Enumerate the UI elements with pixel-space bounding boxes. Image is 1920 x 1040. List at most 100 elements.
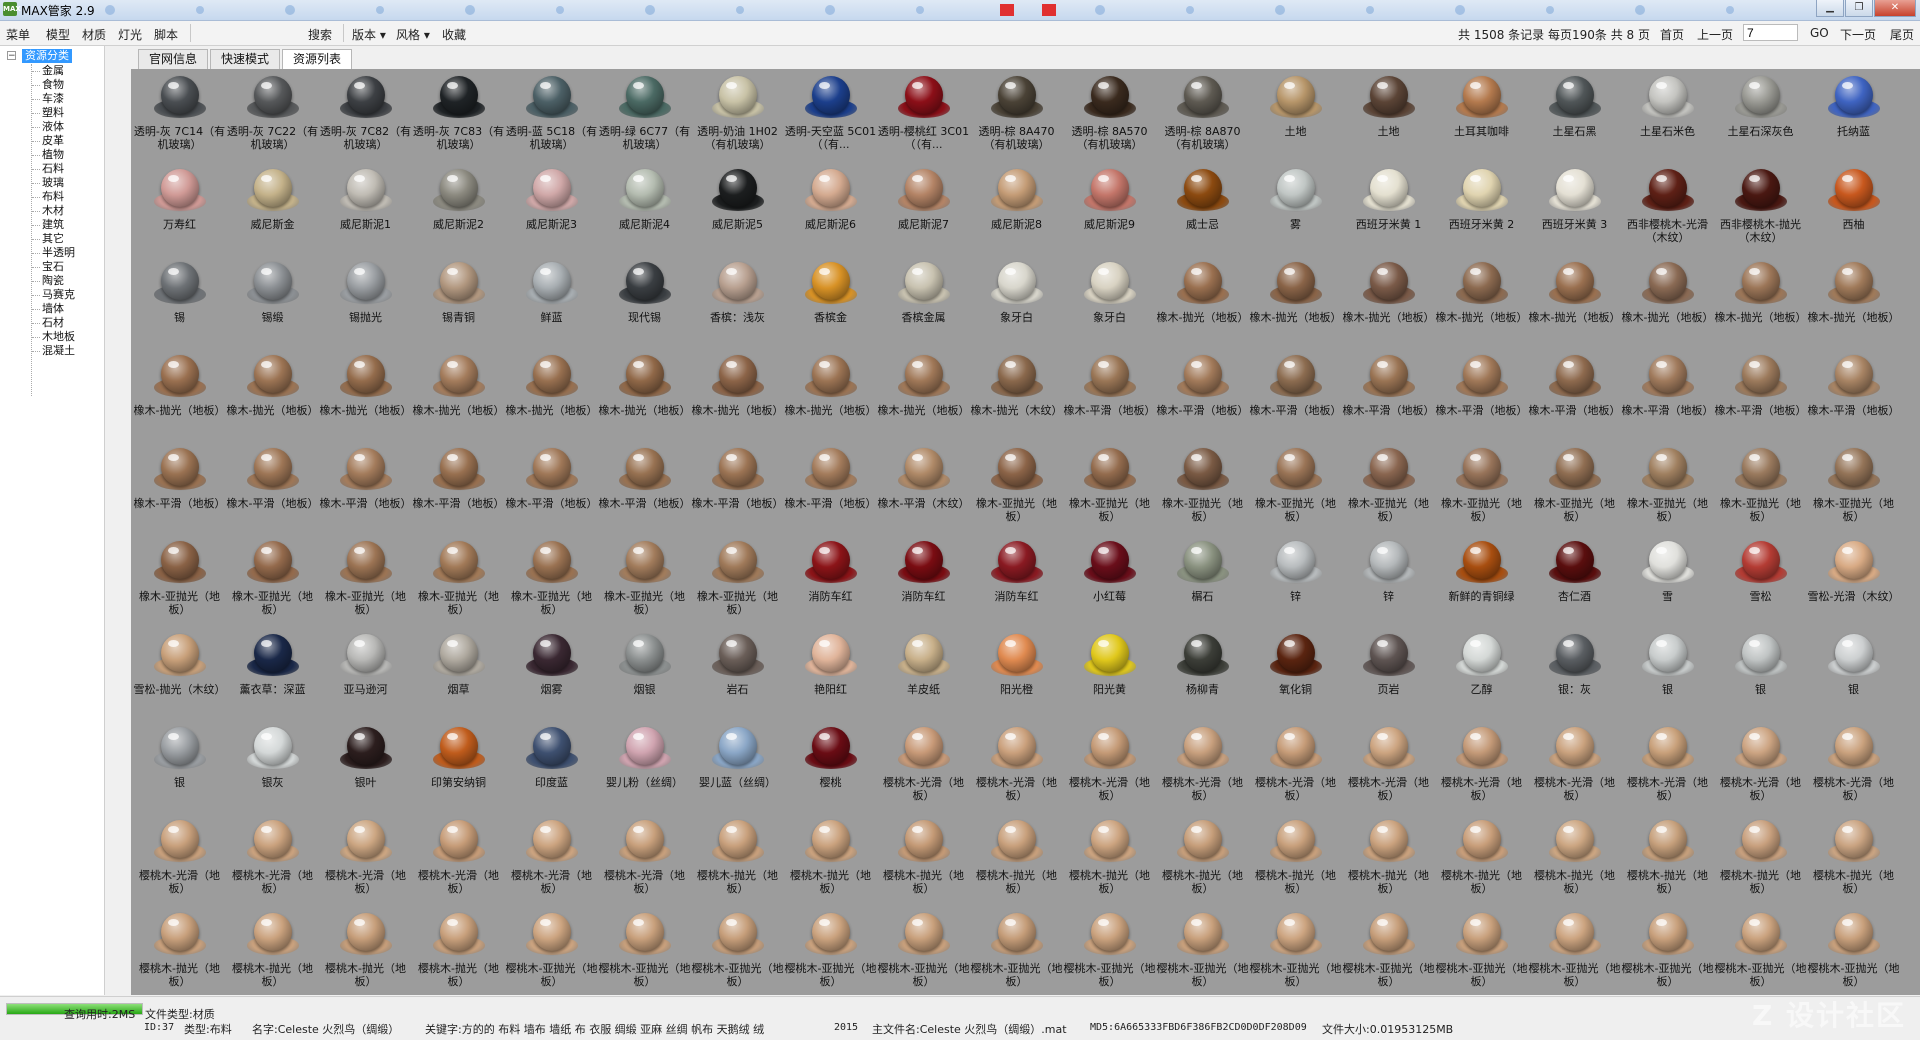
material-item[interactable]: 橡木-平滑（地板） (1621, 351, 1714, 444)
material-item[interactable]: 橡木-平滑（地板） (1249, 351, 1342, 444)
material-item[interactable]: 威尼斯金 (226, 165, 319, 258)
material-item[interactable]: 杨柳青 (1156, 630, 1249, 723)
material-item[interactable]: 樱桃木-亚抛光（地板） (1063, 909, 1156, 995)
tree-item[interactable]: 宝石 (32, 260, 64, 273)
tree-item[interactable]: 混凝土 (32, 344, 75, 357)
tree-item[interactable]: 墙体 (32, 302, 64, 315)
material-item[interactable]: 橡木-平滑（地板） (1342, 351, 1435, 444)
material-item[interactable]: 樱桃木-亚抛光（地板） (1342, 909, 1435, 995)
material-item[interactable]: 威尼斯泥5 (691, 165, 784, 258)
material-item[interactable]: 银 (1807, 630, 1900, 723)
tree-item[interactable]: 塑料 (32, 106, 64, 119)
material-item[interactable]: 橡木-抛光（地板） (133, 351, 226, 444)
material-item[interactable]: 托纳蓝 (1807, 72, 1900, 165)
material-item[interactable]: 土星石深灰色 (1714, 72, 1807, 165)
favorites-button[interactable]: 收藏 (442, 26, 466, 43)
material-item[interactable]: 土耳其咖啡 (1435, 72, 1528, 165)
tab-quick-mode[interactable]: 快速模式 (210, 49, 281, 69)
close-icon[interactable]: ✕ (1874, 0, 1916, 17)
last-page-link[interactable]: 尾页 (1890, 26, 1914, 43)
material-item[interactable]: 烟雾 (505, 630, 598, 723)
material-item[interactable]: 橡木-亚抛光（地板） (1156, 444, 1249, 537)
material-item[interactable]: 橡木-平滑（地板） (226, 444, 319, 537)
material-item[interactable]: 威尼斯泥9 (1063, 165, 1156, 258)
material-item[interactable]: 橡木-平滑（地板） (1435, 351, 1528, 444)
material-item[interactable]: 橡木-亚抛光（地板） (1621, 444, 1714, 537)
material-item[interactable]: 橡木-抛光（地板） (598, 351, 691, 444)
first-page-link[interactable]: 首页 (1660, 26, 1684, 43)
material-item[interactable]: 橡木-抛光（地板） (226, 351, 319, 444)
material-item[interactable]: 樱桃木-亚抛光（地板） (1807, 909, 1900, 995)
material-item[interactable]: 樱桃木-抛光（地板） (1063, 816, 1156, 909)
material-item[interactable]: 氧化铜 (1249, 630, 1342, 723)
material-item[interactable]: 西班牙米黄 1 (1342, 165, 1435, 258)
material-item[interactable]: 橡木-平滑（地板） (1807, 351, 1900, 444)
material-item[interactable]: 樱桃木-抛光（地板） (1528, 816, 1621, 909)
material-item[interactable]: 象牙白 (1063, 258, 1156, 351)
material-item[interactable]: 银灰 (226, 723, 319, 816)
tree-item[interactable]: 木材 (32, 204, 64, 217)
material-item[interactable]: 威尼斯泥4 (598, 165, 691, 258)
material-item[interactable]: 锌 (1342, 537, 1435, 630)
material-item[interactable]: 樱桃木-亚抛光（地板） (598, 909, 691, 995)
material-item[interactable]: 橡木-抛光（地板） (1342, 258, 1435, 351)
material-item[interactable]: 樱桃木-光滑（地板） (133, 816, 226, 909)
material-item[interactable]: 樱桃木-抛光（地板） (1435, 816, 1528, 909)
material-item[interactable]: 香槟：浅灰 (691, 258, 784, 351)
material-item[interactable]: 印第安纳铜 (412, 723, 505, 816)
material-item[interactable]: 橡木-亚抛光（地板） (505, 537, 598, 630)
material-item[interactable]: 榍石 (1156, 537, 1249, 630)
material-item[interactable]: 樱桃木-光滑（地板） (319, 816, 412, 909)
material-item[interactable]: 樱桃木-亚抛光（地板） (784, 909, 877, 995)
material-item[interactable]: 雾 (1249, 165, 1342, 258)
go-button[interactable]: GO (1810, 26, 1829, 40)
tree-item[interactable]: 半透明 (32, 246, 75, 259)
material-item[interactable]: 樱桃木-亚抛光（地板） (691, 909, 784, 995)
material-item[interactable]: 透明-灰 7C83（有机玻璃） (412, 72, 505, 165)
tab-official-info[interactable]: 官网信息 (138, 49, 209, 69)
material-item[interactable]: 消防车红 (877, 537, 970, 630)
material-item[interactable]: 樱桃木-光滑（地板） (877, 723, 970, 816)
material-item[interactable]: 透明-灰 7C14（有机玻璃） (133, 72, 226, 165)
material-item[interactable]: 橡木-平滑（地板） (1714, 351, 1807, 444)
material-item[interactable]: 橡木-抛光（地板） (1528, 258, 1621, 351)
material-item[interactable]: 婴儿粉（丝绸） (598, 723, 691, 816)
material-item[interactable]: 樱桃木-光滑（地板） (1621, 723, 1714, 816)
material-item[interactable]: 锡抛光 (319, 258, 412, 351)
version-dropdown[interactable]: 版本 ▾ (352, 26, 386, 43)
material-item[interactable]: 橡木-平滑（地板） (1156, 351, 1249, 444)
material-item[interactable]: 消防车红 (970, 537, 1063, 630)
material-item[interactable]: 透明-棕 8A570（有机玻璃） (1063, 72, 1156, 165)
material-item[interactable]: 万寿红 (133, 165, 226, 258)
material-item[interactable]: 橡木-亚抛光（地板） (1342, 444, 1435, 537)
material-item[interactable]: 威尼斯泥3 (505, 165, 598, 258)
material-item[interactable]: 樱桃木-抛光（地板） (691, 816, 784, 909)
material-item[interactable]: 锡缎 (226, 258, 319, 351)
material-item[interactable]: 威尼斯泥8 (970, 165, 1063, 258)
material-item[interactable]: 樱桃木-抛光（地板） (319, 909, 412, 995)
tree-item[interactable]: 石料 (32, 162, 64, 175)
material-item[interactable]: 橡木-亚抛光（地板） (1528, 444, 1621, 537)
tree-item[interactable]: 皮革 (32, 134, 64, 147)
material-item[interactable]: 鲜蓝 (505, 258, 598, 351)
material-item[interactable]: 橡木-抛光（地板） (505, 351, 598, 444)
tree-item[interactable]: 植物 (32, 148, 64, 161)
material-item[interactable]: 橡木-平滑（地板） (505, 444, 598, 537)
prev-page-link[interactable]: 上一页 (1697, 26, 1733, 43)
material-item[interactable]: 樱桃木-亚抛光（地板） (505, 909, 598, 995)
tree-item[interactable]: 石材 (32, 316, 64, 329)
material-item[interactable]: 橡木-亚抛光（地板） (133, 537, 226, 630)
material-item[interactable]: 樱桃木-抛光（地板） (133, 909, 226, 995)
material-item[interactable]: 橡木-亚抛光（地板） (1807, 444, 1900, 537)
material-item[interactable]: 橡木-平滑（地板） (784, 444, 877, 537)
material-item[interactable]: 亚马逊河 (319, 630, 412, 723)
tree-item[interactable]: 金属 (32, 64, 64, 77)
material-item[interactable]: 透明-奶油 1H02（有机玻璃） (691, 72, 784, 165)
material-item[interactable]: 威尼斯泥6 (784, 165, 877, 258)
material-item[interactable]: 土地 (1249, 72, 1342, 165)
material-item[interactable]: 橡木-抛光（地板） (1156, 258, 1249, 351)
material-item[interactable]: 锡青铜 (412, 258, 505, 351)
material-item[interactable]: 羊皮纸 (877, 630, 970, 723)
material-item[interactable]: 小红莓 (1063, 537, 1156, 630)
material-item[interactable]: 烟银 (598, 630, 691, 723)
